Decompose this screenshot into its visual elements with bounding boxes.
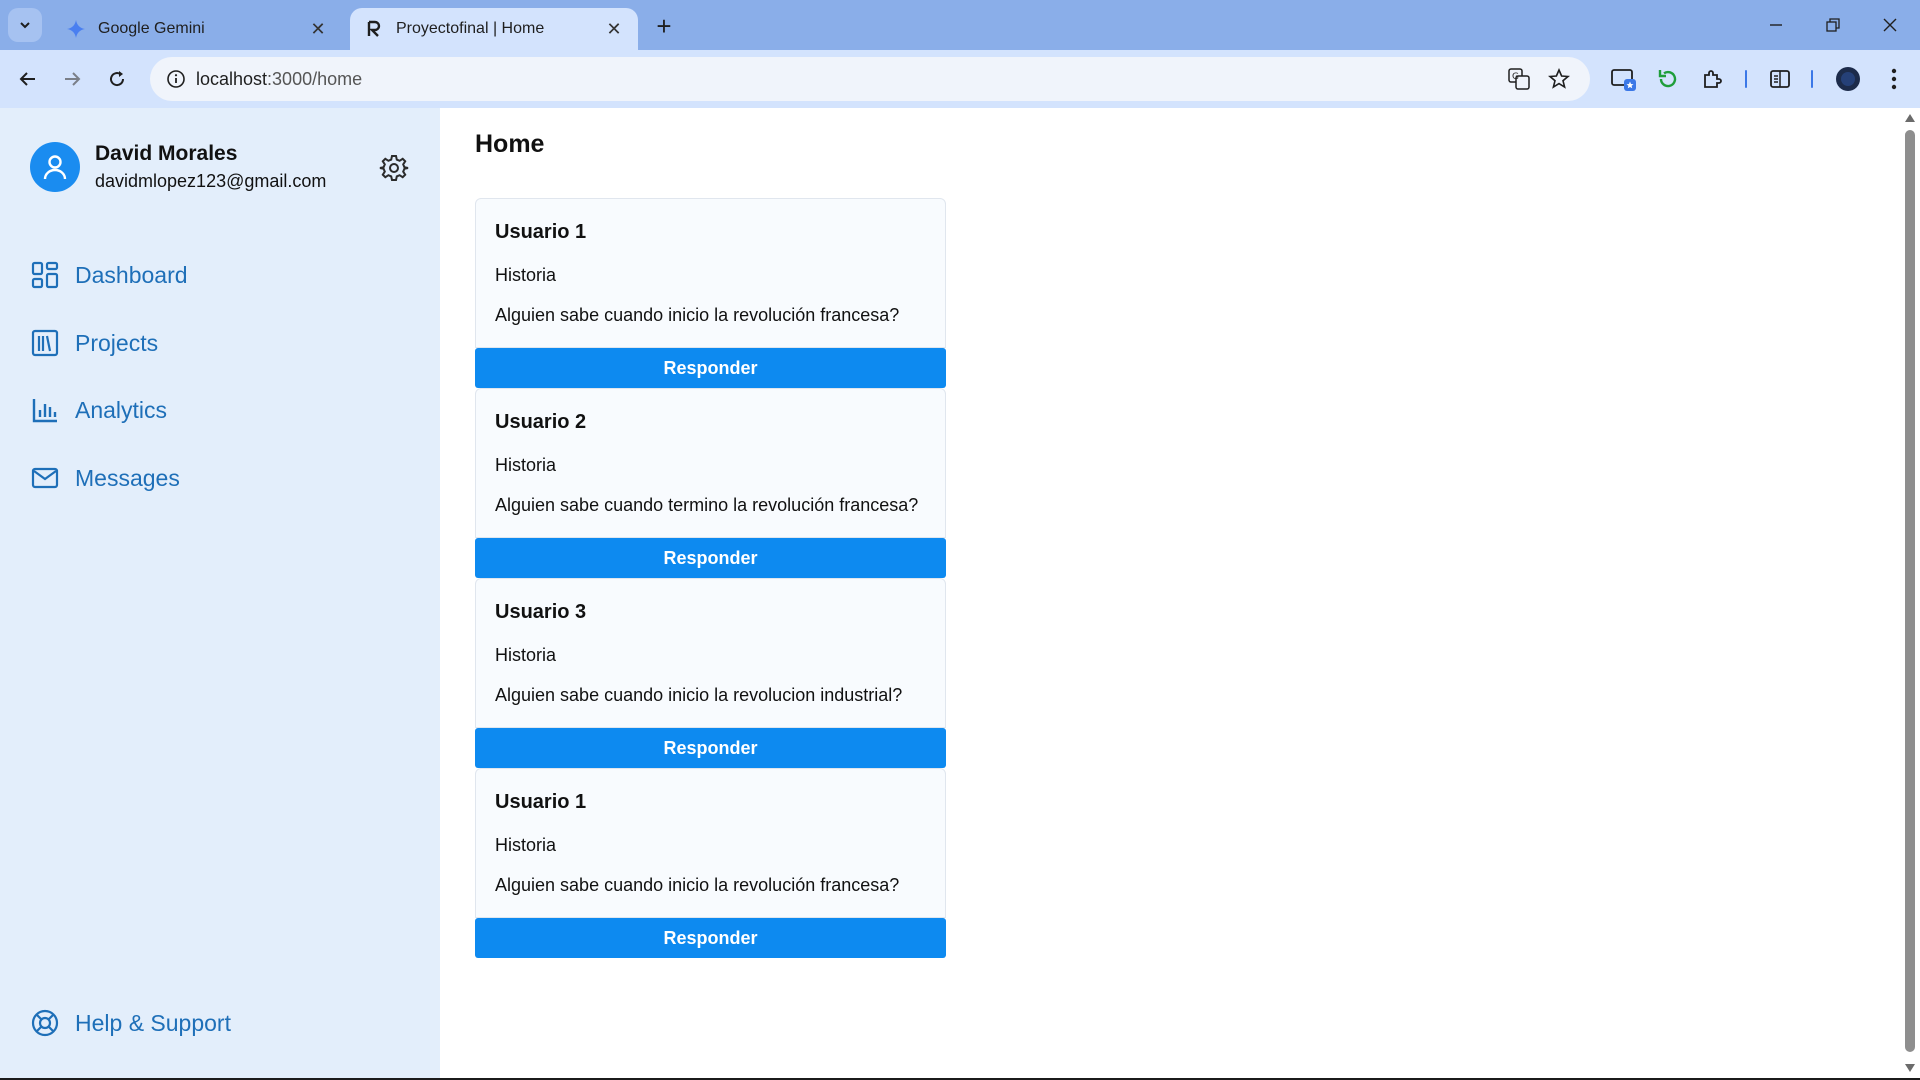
reply-button[interactable]: Responder [475, 728, 946, 768]
reply-button[interactable]: Responder [475, 538, 946, 578]
post-card: Usuario 1 Historia Alguien sabe cuando i… [475, 768, 946, 918]
more-menu-icon[interactable] [1878, 63, 1910, 95]
profile-avatar-icon[interactable] [1832, 63, 1864, 95]
post-card: Usuario 3 Historia Alguien sabe cuando i… [475, 578, 946, 728]
forward-button[interactable] [56, 63, 88, 95]
user-avatar-icon [30, 142, 80, 192]
sidebar-item-dashboard[interactable]: Dashboard [30, 255, 188, 295]
reload-button[interactable] [101, 63, 133, 95]
reading-list-icon[interactable] [1764, 63, 1796, 95]
user-name: David Morales [95, 142, 238, 165]
post-subject: Historia [495, 645, 557, 665]
post-card: Usuario 2 Historia Alguien sabe cuando t… [475, 388, 946, 538]
scrollbar-thumb[interactable] [1905, 130, 1915, 1052]
post-card: Usuario 1 Historia Alguien sabe cuando i… [475, 198, 946, 348]
chevron-down-icon [20, 22, 30, 29]
post-item: Usuario 3 Historia Alguien sabe cuando i… [475, 578, 946, 768]
arrow-left-icon [19, 72, 35, 86]
sidebar: David Morales davidmlopez123@gmail.com D… [0, 108, 440, 1078]
cast-icon[interactable] [1608, 63, 1640, 95]
tab-proyectofinal-home[interactable]: Proyectofinal | Home ✕ [350, 8, 638, 50]
sidebar-item-label: Analytics [75, 396, 168, 423]
post-user: Usuario 3 [495, 601, 587, 623]
mail-icon [30, 463, 60, 493]
post-item: Usuario 2 Historia Alguien sabe cuando t… [475, 388, 946, 578]
post-item: Usuario 1 Historia Alguien sabe cuando i… [475, 768, 946, 958]
bookmark-star-icon[interactable] [1545, 65, 1573, 93]
post-subject: Historia [495, 455, 557, 475]
close-icon [1883, 18, 1897, 32]
tab-title: Proyectofinal | Home [396, 20, 545, 37]
sync-icon[interactable] [1652, 63, 1684, 95]
restore-button[interactable] [1813, 10, 1853, 40]
user-email: davidmlopez123@gmail.com [95, 171, 327, 191]
post-user: Usuario 2 [495, 411, 587, 433]
reload-icon [110, 71, 125, 87]
sidebar-item-label: Messages [75, 464, 180, 491]
restore-icon [1826, 18, 1840, 32]
sidebar-item-help-support[interactable]: Help & Support [30, 1003, 231, 1043]
address-bar[interactable]: localhost:3000/home G [150, 57, 1590, 101]
page-title: Home [475, 130, 545, 158]
back-button[interactable] [12, 63, 44, 95]
sidebar-item-projects[interactable]: Projects [30, 323, 158, 363]
tab-title: Google Gemini [98, 20, 205, 37]
url-host: localhost [196, 69, 268, 89]
toolbar-separator [1811, 70, 1813, 88]
sidebar-item-analytics[interactable]: Analytics [30, 390, 167, 430]
bar-chart-icon [30, 395, 60, 425]
post-text: Alguien sabe cuando inicio la revolucion… [495, 685, 903, 705]
page-viewport: David Morales davidmlopez123@gmail.com D… [0, 108, 1920, 1078]
tab-search-button[interactable] [8, 8, 42, 42]
grid-icon [30, 260, 60, 290]
post-text: Alguien sabe cuando inicio la revolución… [495, 305, 900, 325]
sidebar-item-label: Dashboard [75, 261, 188, 288]
scroll-down-arrow-icon[interactable] [1904, 1062, 1916, 1074]
scroll-up-arrow-icon[interactable] [1904, 112, 1916, 124]
sidebar-item-messages[interactable]: Messages [30, 458, 180, 498]
minimize-button[interactable] [1756, 10, 1796, 40]
library-icon [30, 328, 60, 358]
lifebuoy-icon [30, 1008, 60, 1038]
url-path: :3000/home [267, 69, 363, 89]
post-subject: Historia [495, 265, 557, 285]
url-text: localhost:3000/home [196, 69, 362, 90]
site-info-icon[interactable] [162, 65, 190, 93]
close-window-button[interactable] [1870, 10, 1910, 40]
gear-icon[interactable] [378, 152, 410, 184]
sidebar-item-label: Projects [75, 329, 159, 356]
sidebar-item-label: Help & Support [75, 1009, 231, 1036]
extensions-icon[interactable] [1697, 63, 1729, 95]
post-user: Usuario 1 [495, 791, 587, 813]
post-text: Alguien sabe cuando inicio la revolución… [495, 875, 900, 895]
main-content: Home Usuario 1 Historia Alguien sabe cua… [440, 108, 1900, 1078]
browser-tab-bar: Google Gemini ✕ Proyectofinal | Home ✕ + [0, 0, 1920, 50]
page-scrollbar[interactable] [1900, 108, 1920, 1078]
translate-icon[interactable]: G [1505, 65, 1533, 93]
close-icon[interactable]: ✕ [604, 19, 624, 39]
svg-text:G: G [1512, 72, 1519, 82]
post-subject: Historia [495, 835, 557, 855]
arrow-right-icon [65, 72, 81, 86]
letter-r-icon [364, 19, 384, 39]
gemini-sparkle-icon [66, 19, 86, 39]
reply-button[interactable]: Responder [475, 348, 946, 388]
post-text: Alguien sabe cuando termino la revolució… [495, 495, 919, 515]
close-icon[interactable]: ✕ [308, 19, 328, 39]
post-user: Usuario 1 [495, 221, 587, 243]
new-tab-button[interactable]: + [650, 11, 678, 41]
tab-google-gemini[interactable]: Google Gemini ✕ [52, 8, 342, 50]
reply-button[interactable]: Responder [475, 918, 946, 958]
post-item: Usuario 1 Historia Alguien sabe cuando i… [475, 198, 946, 388]
toolbar-separator [1745, 70, 1747, 88]
minimize-icon [1770, 24, 1782, 26]
browser-toolbar: localhost:3000/home G [0, 50, 1920, 108]
